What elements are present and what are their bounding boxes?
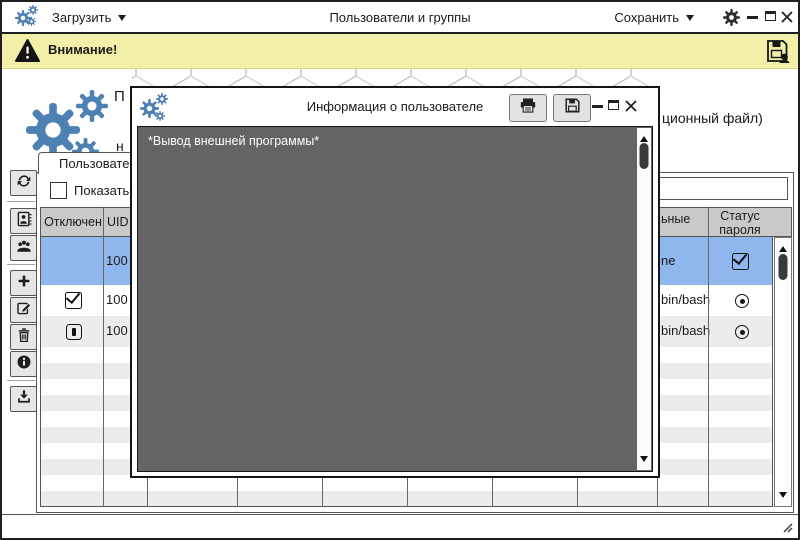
- settings-gear-button[interactable]: [723, 9, 740, 31]
- indeterminate-checkbox-icon: [66, 324, 82, 340]
- intro-line2-fragment: ционный файл): [662, 110, 763, 126]
- dialog-minimize-button[interactable]: [592, 105, 603, 108]
- info-button[interactable]: [10, 351, 37, 377]
- download-icon: [16, 389, 32, 410]
- program-output-console: *Вывод внешней программы*: [137, 126, 653, 472]
- disabled-checkbox-icon: [65, 288, 82, 309]
- address-book-icon: [16, 211, 32, 232]
- close-button[interactable]: [780, 10, 794, 29]
- scroll-up-icon[interactable]: [640, 132, 648, 142]
- toolbar-separator: [7, 264, 35, 265]
- info-icon: [16, 354, 32, 375]
- scrollbar-thumb[interactable]: [639, 143, 649, 169]
- console-scrollbar[interactable]: [637, 128, 651, 470]
- col-header-password-status[interactable]: Статус пароля: [704, 209, 776, 237]
- scrollbar-thumb[interactable]: [778, 254, 788, 280]
- uid-cell: 100: [106, 292, 128, 307]
- refresh-icon: [16, 173, 32, 194]
- trash-icon: [16, 327, 32, 348]
- status-bar: [2, 515, 798, 538]
- floppy-icon: [564, 97, 581, 119]
- app-window: Загрузить Пользователи и группы Сохранит…: [0, 0, 800, 540]
- refresh-button[interactable]: [10, 170, 37, 196]
- resize-grip-icon[interactable]: [778, 518, 794, 538]
- warning-triangle-icon: [14, 38, 41, 68]
- console-output-text: *Вывод внешней программы*: [148, 134, 320, 148]
- table-vertical-scrollbar[interactable]: [774, 237, 792, 507]
- intro-line1-fragment: П: [114, 88, 125, 105]
- uid-cell: 100: [106, 253, 128, 268]
- shell-cell: bin/bash: [661, 292, 711, 307]
- show-system-checkbox-label: Показать: [74, 183, 130, 198]
- dialog-maximize-button[interactable]: [608, 100, 619, 110]
- import-button[interactable]: [10, 386, 37, 412]
- show-system-checkbox[interactable]: [50, 182, 67, 199]
- col-header-disabled[interactable]: Отключен: [42, 208, 104, 236]
- scroll-up-icon[interactable]: [779, 242, 787, 252]
- password-status-radio-icon: [735, 294, 749, 308]
- delete-user-button[interactable]: [10, 324, 37, 350]
- user-card-button[interactable]: [10, 208, 37, 234]
- uid-cell: 100: [106, 323, 128, 338]
- add-user-button[interactable]: [10, 270, 37, 296]
- toolbar-separator: [7, 380, 35, 381]
- user-info-dialog: Информация о пользователе *Вывод внешней…: [130, 86, 660, 478]
- groups-button[interactable]: [10, 235, 37, 261]
- chevron-down-icon: [686, 15, 694, 25]
- shell-cell: ne: [661, 253, 676, 268]
- col-header-extra-fragment[interactable]: ьные: [661, 212, 690, 226]
- printer-icon: [519, 97, 537, 119]
- main-titlebar: Загрузить Пользователи и группы Сохранит…: [2, 2, 798, 34]
- warning-message: Внимание!: [48, 42, 118, 57]
- save-output-button[interactable]: [553, 94, 591, 122]
- print-button[interactable]: [509, 94, 547, 122]
- save-menu-label: Сохранить: [614, 9, 679, 25]
- dialog-gears-icon: [140, 90, 172, 122]
- tab-users-label: Пользовате: [59, 156, 130, 171]
- scroll-down-icon[interactable]: [779, 492, 787, 502]
- dialog-close-button[interactable]: [624, 99, 638, 118]
- scroll-down-icon[interactable]: [640, 456, 648, 466]
- groups-icon: [16, 238, 32, 259]
- password-status-checkbox-icon: [732, 249, 749, 270]
- shell-cell: bin/bash: [661, 323, 711, 338]
- edit-pencil-icon: [16, 300, 32, 321]
- edit-user-button[interactable]: [10, 297, 37, 323]
- maximize-button[interactable]: [765, 11, 776, 21]
- warning-bar: Внимание!: [2, 34, 798, 69]
- save-users-icon[interactable]: [765, 38, 791, 69]
- save-menu[interactable]: Сохранить: [614, 2, 694, 32]
- toolbar-separator: [7, 201, 35, 202]
- minimize-button[interactable]: [747, 16, 758, 19]
- password-status-radio-icon: [735, 325, 749, 339]
- col-header-uid[interactable]: UID: [107, 208, 129, 236]
- plus-icon: [16, 273, 32, 294]
